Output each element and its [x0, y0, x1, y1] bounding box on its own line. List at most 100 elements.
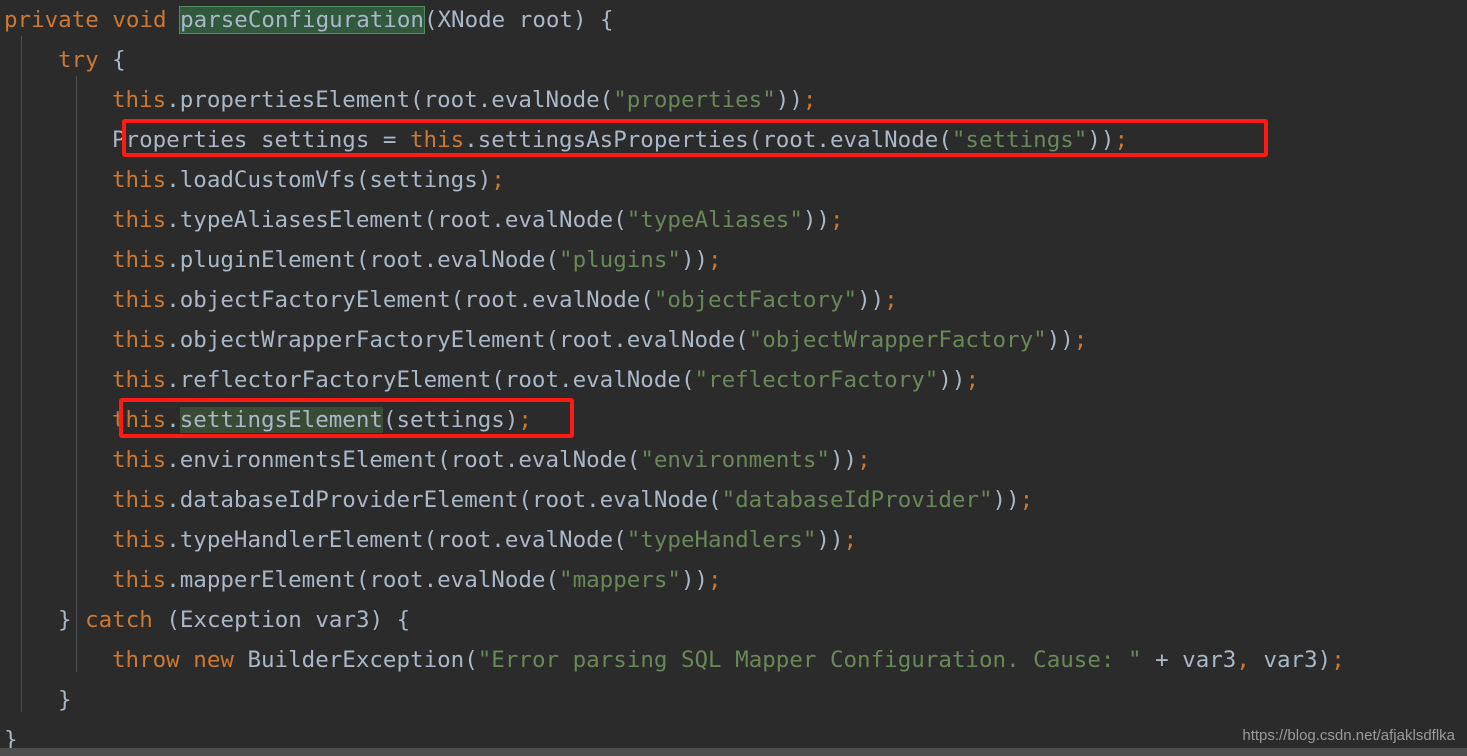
code-token: ; — [708, 567, 722, 593]
code-line-text: this.typeHandlerElement(root.evalNode("t… — [108, 520, 857, 560]
code-token: catch — [85, 607, 153, 633]
code-token: "mappers" — [559, 567, 681, 593]
code-token: this — [112, 367, 167, 393]
code-token: this — [112, 87, 167, 113]
code-line-text: this.objectFactoryElement(root.evalNode(… — [108, 280, 898, 320]
bottom-status-strip — [0, 748, 1467, 756]
code-token: throw — [112, 647, 180, 673]
code-token: "objectWrapperFactory" — [748, 327, 1047, 353]
code-token: private — [4, 7, 99, 33]
code-token: } — [58, 687, 72, 713]
code-token: "plugins" — [559, 247, 681, 273]
code-token: ; — [1073, 327, 1088, 353]
code-line[interactable]: } — [0, 680, 1467, 720]
code-line-text: this.loadCustomVfs(settings); — [108, 160, 505, 200]
code-token: ; — [829, 207, 844, 233]
code-token: new — [193, 647, 234, 673]
code-token: } — [58, 607, 86, 633]
code-line[interactable]: this.reflectorFactoryElement(root.evalNo… — [0, 360, 1467, 400]
code-token: ; — [491, 167, 505, 193]
code-token: BuilderException( — [233, 647, 478, 673]
code-token: Properties settings = — [112, 127, 411, 153]
code-line[interactable]: this.mapperElement(root.evalNode("mapper… — [0, 560, 1467, 600]
code-token: this — [112, 407, 167, 433]
code-token: .loadCustomVfs(settings) — [166, 167, 492, 193]
code-line-text: try { — [54, 40, 126, 80]
code-token: .propertiesElement(root.evalNode( — [166, 87, 614, 113]
code-token: .objectWrapperFactoryElement(root.evalNo… — [166, 327, 749, 353]
code-line[interactable]: this.propertiesElement(root.evalNode("pr… — [0, 80, 1467, 120]
code-screenshot: private void parseConfiguration(XNode ro… — [0, 0, 1467, 756]
code-token: "typeHandlers" — [626, 527, 817, 553]
code-token: )) — [1046, 327, 1074, 353]
code-line[interactable]: this.typeAliasesElement(root.evalNode("t… — [0, 200, 1467, 240]
code-line[interactable]: throw new BuilderException("Error parsin… — [0, 640, 1467, 680]
watermark-url: https://blog.csdn.net/afjaklsdflka — [1242, 727, 1455, 744]
code-token: this — [112, 287, 167, 313]
code-line[interactable]: this.databaseIdProviderElement(root.eval… — [0, 480, 1467, 520]
code-token: ; — [802, 87, 817, 113]
code-token: this — [112, 567, 167, 593]
code-line-text: } catch (Exception var3) { — [54, 600, 410, 640]
code-token: ; — [843, 527, 858, 553]
code-line[interactable]: this.objectWrapperFactoryElement(root.ev… — [0, 320, 1467, 360]
code-line[interactable]: this.typeHandlerElement(root.evalNode("t… — [0, 520, 1467, 560]
code-token: { — [98, 47, 126, 73]
code-token: this — [112, 247, 167, 273]
code-token: "databaseIdProvider" — [721, 487, 993, 513]
code-token: "settings" — [951, 127, 1088, 153]
code-lines-container[interactable]: private void parseConfiguration(XNode ro… — [0, 0, 1467, 756]
code-token: .reflectorFactoryElement(root.evalNode( — [166, 367, 695, 393]
code-line[interactable]: } catch (Exception var3) { — [0, 600, 1467, 640]
code-token: "typeAliases" — [626, 207, 803, 233]
code-token: .typeAliasesElement(root.evalNode( — [166, 207, 627, 233]
code-editor-pane[interactable]: private void parseConfiguration(XNode ro… — [0, 0, 1467, 753]
code-token: ; — [857, 447, 871, 473]
code-line-text: this.objectWrapperFactoryElement(root.ev… — [108, 320, 1087, 360]
code-token: ; — [518, 407, 532, 433]
code-token: )) — [816, 527, 844, 553]
code-token: this — [112, 207, 167, 233]
code-line-text: private void parseConfiguration(XNode ro… — [0, 0, 614, 40]
code-token: ; — [965, 367, 979, 393]
code-line-text: this.pluginElement(root.evalNode("plugin… — [108, 240, 722, 280]
code-line-text: } — [54, 680, 72, 720]
code-token: "reflectorFactory" — [694, 367, 939, 393]
code-token: (Exception var3) { — [152, 607, 411, 633]
code-token: "environments" — [640, 447, 830, 473]
code-line[interactable]: this.pluginElement(root.evalNode("plugin… — [0, 240, 1467, 280]
code-token: )) — [829, 447, 858, 473]
code-line[interactable]: try { — [0, 40, 1467, 80]
code-token: "objectFactory" — [653, 287, 858, 313]
code-token: . — [166, 407, 180, 433]
code-line[interactable]: this.objectFactoryElement(root.evalNode(… — [0, 280, 1467, 320]
code-token: )) — [1087, 127, 1115, 153]
code-token: )) — [938, 367, 966, 393]
indent-guide-line — [76, 76, 77, 672]
code-token: this — [410, 127, 465, 153]
code-line-text: Properties settings = this.settingsAsPro… — [108, 120, 1128, 160]
code-token: (XNode root) { — [423, 7, 614, 33]
code-token: ; — [708, 247, 722, 273]
occurrence-highlight: parseConfiguration — [180, 7, 424, 33]
code-line-text: this.propertiesElement(root.evalNode("pr… — [108, 80, 816, 120]
code-token: this — [112, 167, 167, 193]
code-token: .settingsAsProperties(root.evalNode( — [464, 127, 952, 153]
code-line-text: this.mapperElement(root.evalNode("mapper… — [108, 560, 722, 600]
code-line[interactable]: this.environmentsElement(root.evalNode("… — [0, 440, 1467, 480]
code-line[interactable]: this.settingsElement(settings); — [0, 400, 1467, 440]
code-token: )) — [680, 567, 709, 593]
code-token: try — [58, 47, 99, 73]
code-line[interactable]: this.loadCustomVfs(settings); — [0, 160, 1467, 200]
code-line[interactable]: private void parseConfiguration(XNode ro… — [0, 0, 1467, 40]
code-token: ; — [1114, 127, 1128, 153]
code-token: ; — [1331, 647, 1345, 673]
code-line[interactable]: Properties settings = this.settingsAsPro… — [0, 120, 1467, 160]
code-token: )) — [775, 87, 803, 113]
code-line-text: this.settingsElement(settings); — [108, 400, 532, 440]
code-token: ; — [884, 287, 898, 313]
code-token: .objectFactoryElement(root.evalNode( — [166, 287, 654, 313]
